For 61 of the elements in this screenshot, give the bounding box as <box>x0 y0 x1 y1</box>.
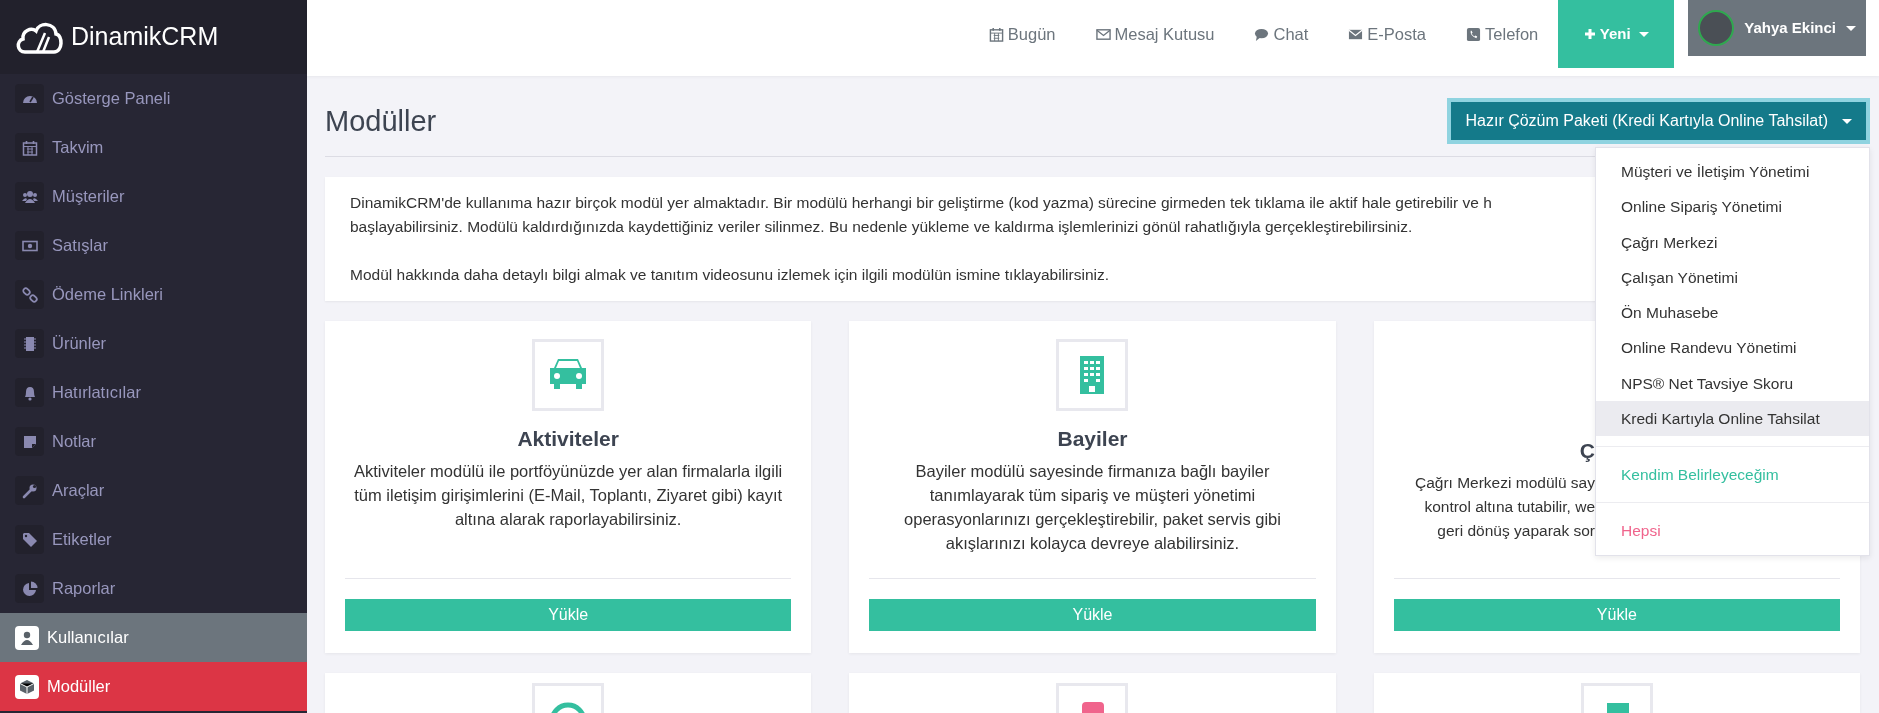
module-description-line: Çağrı Merkezi modülü say <box>1414 472 1595 493</box>
user-menu-button[interactable]: Yahya Ekinci <box>1688 0 1866 56</box>
plus-icon <box>1583 28 1596 40</box>
envelope-icon <box>1095 26 1111 42</box>
dropdown-item[interactable]: Ön Muhasebe <box>1596 295 1869 331</box>
sidebar-item[interactable]: Kullanıcılar <box>0 613 307 662</box>
topbar-link[interactable]: Mesaj Kutusu <box>1075 0 1235 68</box>
pie-chart-icon <box>21 580 38 597</box>
calendar-icon <box>21 139 38 156</box>
sidebar-item[interactable]: Müşteriler <box>0 172 307 221</box>
topbar-link[interactable]: Chat <box>1234 0 1329 68</box>
sidebar-item[interactable]: Satışlar <box>0 221 307 270</box>
dropdown-item[interactable]: Online Sipariş Yönetimi <box>1596 189 1869 225</box>
dropdown-item[interactable]: Online Randevu Yönetimi <box>1596 330 1869 366</box>
dropdown-item[interactable]: Kredi Kartıyla Online Tahsilat <box>1596 400 1869 436</box>
sidebar-item[interactable]: Raporlar <box>0 564 307 613</box>
brand-name: DinamikCRM <box>71 21 219 53</box>
sidebar-item[interactable]: Notlar <box>0 417 307 466</box>
sidebar-item[interactable]: Gösterge Paneli <box>0 74 307 123</box>
sidebar-item[interactable]: Araçlar <box>0 466 307 515</box>
module-description-line: kontrol altına tutabilir, we <box>1424 496 1595 517</box>
sidebar-item[interactable]: Ürünler <box>0 319 307 368</box>
dropdown-item[interactable]: Müşteri ve İletişim Yönetimi <box>1596 154 1869 190</box>
link-icon <box>21 286 38 303</box>
package-dropdown-button[interactable]: Hazır Çözüm Paketi (Kredi Kartıyla Online Tahsilat) <box>1447 98 1870 144</box>
caret-icon <box>1846 25 1856 31</box>
module-description: Bayiler modülü sayesinde firmanıza bağlı bayiler tanımlayarak tüm sipariş ve müşteri yönetimi operasyonlarınızı gerçekleştirebilir, paket servis gibi akışlarınızı kolayca devreye alabilirsiniz. <box>903 460 1282 554</box>
sidebar-item[interactable]: Takvim <box>0 123 307 172</box>
module-description: Aktiviteler modülü ile portföyünüzde yer alan firmalarla ilgili tüm iletişim girişimlerini (E-Mail, Toplantı, Ziyaret gibi) kayıt altına alarak raporlayabilirsiniz. <box>353 460 784 530</box>
avatar-placeholder <box>1698 10 1735 46</box>
topbar-link[interactable]: E-Posta <box>1328 0 1447 68</box>
topbar-link[interactable]: Telefon <box>1446 0 1559 68</box>
page-title: Modüller <box>325 103 437 139</box>
dropdown-item[interactable]: Çağrı Merkezi <box>1596 224 1869 260</box>
tag-icon <box>21 531 38 548</box>
users-icon <box>21 188 38 205</box>
module-title-link[interactable]: Ç <box>1579 435 1595 467</box>
dropdown-item[interactable]: Çalışan Yönetimi <box>1596 259 1869 295</box>
intro-text-line: başlayabilirsiniz. Modülü kaldırdığınızda kaydettiğiniz veriler silinmez. Bu nedenle yükleme ve kaldırma işlemlerinizi gönül rahatlığıyla gerçekleştirebilirsiniz. <box>350 217 1413 237</box>
cube-icon <box>19 678 35 695</box>
module-title-link[interactable]: Aktiviteler <box>517 423 619 455</box>
sidebar-item[interactable]: Ödeme Linkleri <box>0 270 307 319</box>
module-description-line: geri dönüş yaparak sor <box>1437 520 1595 541</box>
intro-note: Modül hakkında daha detaylı bilgi almak ve tanıtım videosunu izlemek için ilgili modülün ismine tıklayabilirsiniz. <box>350 265 1109 285</box>
sidebar-item[interactable]: Hatırlatıcılar <box>0 368 307 417</box>
caret-icon <box>1842 118 1852 124</box>
speech-bubble-icon <box>1254 26 1270 42</box>
sidebar-item[interactable]: Modüller <box>0 662 307 711</box>
note-icon <box>21 433 38 450</box>
phone-icon <box>1466 26 1482 42</box>
user-icon <box>19 629 35 646</box>
chip-icon <box>21 335 38 352</box>
sidebar-item[interactable]: Etiketler <box>0 515 307 564</box>
topbar-link[interactable]: Bugün <box>968 0 1076 68</box>
caret-icon <box>1638 31 1649 37</box>
intro-text-line: DinamikCRM'de kullanıma hazır birçok modül yer almaktadır. Bir modülü herhangi bir geliştirme (kod yazma) sürecine girmeden tek tıklama ile aktif hale getirebilir ve h <box>350 193 1492 213</box>
module-title-link[interactable]: Bayiler <box>1057 423 1128 455</box>
calendar-icon <box>988 26 1004 42</box>
dropdown-item[interactable]: Hepsi <box>1596 513 1869 549</box>
wrench-icon <box>21 482 38 499</box>
dropdown-item[interactable]: NPS® Net Tavsiye Skoru <box>1596 365 1869 401</box>
